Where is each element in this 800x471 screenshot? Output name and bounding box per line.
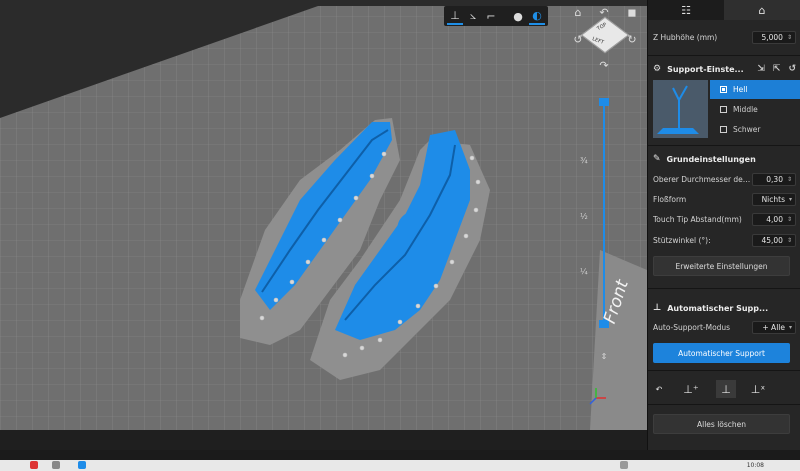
divider [648,370,800,371]
support-structure-icon[interactable]: ⌂ [724,0,800,20]
panel-tabs: ☷ ⌂ [648,0,800,20]
preset-checkbox [720,106,727,113]
basic-settings-header: ✎ Grundeinstellungen [648,151,800,167]
scene-canvas[interactable] [0,0,647,430]
support-angle-input[interactable]: 45,00 ⇕ [752,233,796,247]
magic-wand-icon: ✎ [653,154,661,164]
undo-icon[interactable]: ↶ [653,380,665,398]
edit-support-icon[interactable]: ⊥ [716,380,736,398]
bottom-bar [0,430,647,450]
import-icon[interactable]: ⇲ [757,64,765,74]
support-settings-title: Support-Einste... [667,64,744,74]
support-angle-icon[interactable]: ⦣ [465,7,481,25]
support-preview-graphic [657,85,699,134]
auto-support-mode-select[interactable]: + Alle ▾ [752,320,796,334]
rotate-down-icon[interactable]: ↷ [596,58,612,72]
cube-view-icon[interactable]: ◼ [624,5,640,19]
ruler-label-three-quarter: ¾ [580,156,588,165]
preset-label: Hell [733,85,748,94]
divider [648,404,800,405]
ruler-label-quarter: ¼ [580,267,588,276]
add-support-icon[interactable]: ⊥⁺ [681,380,701,398]
object-list-icon[interactable]: ☷ [648,0,724,20]
preset-label: Schwer [733,125,761,134]
support-angle-label: Stützwinkel (°): [653,235,711,245]
top-diameter-value: 0,30 [766,174,783,184]
support-preview-image [653,80,708,138]
height-slider-top-handle [599,98,609,106]
top-diameter-input[interactable]: 0,30 ⇕ [752,172,796,186]
auto-support-mode-value: + Alle [762,322,785,332]
preset-label: Middle [733,105,758,114]
spinner-icon[interactable]: ⇕ [787,216,792,223]
home-view-icon[interactable]: ⌂ [570,5,586,19]
preset-option-schwer[interactable]: Schwer [710,120,800,139]
preset-option-middle[interactable]: Middle [710,100,800,119]
advanced-settings-button[interactable]: Erweiterte Einstellungen [653,256,790,276]
build-plate-front-edge [590,250,647,430]
support-settings-header: ⚙ Support-Einste... ⇲ ⇱ ↺ [648,61,800,77]
auto-support-button[interactable]: Automatischer Support [653,343,790,363]
spinner-icon[interactable]: ⇕ [787,34,792,41]
touch-tip-label: Touch Tip Abstand(mm) [653,214,742,224]
chevron-down-icon: ▾ [788,323,792,331]
reset-icon[interactable]: ↺ [788,64,796,74]
auto-support-mode-row: Auto-Support-Modus + Alle ▾ [648,320,800,334]
touch-tip-input[interactable]: 4,00 ⇕ [752,212,796,226]
taskbar-clock: 10:08 [746,462,764,469]
taskbar-app-icon[interactable] [30,461,38,469]
raft-shape-label: Floßform [653,194,687,204]
divider [648,288,800,289]
top-diameter-label: Oberer Durchmesser der ... [653,174,752,184]
auto-support-header: ⊥ Automatischer Supp... [648,300,800,316]
preset-checkbox [720,126,727,133]
touch-tip-value: 4,00 [766,214,783,224]
spinner-icon[interactable]: ⇕ [787,237,792,244]
support-angle-row: Stützwinkel (°): 45,00 ⇕ [648,233,800,247]
auto-support-title: Automatischer Supp... [667,303,769,313]
delete-all-button[interactable]: Alles löschen [653,414,790,434]
touch-tip-row: Touch Tip Abstand(mm) 4,00 ⇕ [648,212,800,226]
spinner-icon[interactable]: ⇕ [787,176,792,183]
preset-checkbox [720,86,727,93]
export-icon[interactable]: ⇱ [773,64,781,74]
taskbar-tray-icon[interactable] [620,461,628,469]
divider [648,55,800,56]
side-panel: ☷ ⌂ Z Hubhöhe (mm) 5,000 ⇕ ⚙ Support-Ein… [647,0,800,450]
taskbar-app-icon[interactable] [52,461,60,469]
z-lift-label: Z Hubhöhe (mm) [653,32,718,42]
support-angle-value: 45,00 [761,235,783,245]
gear-icon: ⚙ [653,64,662,74]
support-straight-icon: ⊥ [653,303,662,313]
z-lift-row: Z Hubhöhe (mm) 5,000 ⇕ [648,30,800,44]
raft-shape-value: Nichts [761,194,785,204]
taskbar-app-icon[interactable] [78,461,86,469]
divider [648,145,800,146]
raft-shape-select[interactable]: Nichts ▾ [752,192,796,206]
auto-support-mode-label: Auto-Support-Modus [653,322,731,332]
ruler-label-half: ½ [580,212,588,221]
raft-shape-row: Floßform Nichts ▾ [648,192,800,206]
chevron-down-icon: ▾ [788,195,792,203]
sphere-wireframe-icon[interactable]: ◐ [529,7,545,25]
support-flip-icon[interactable]: ⌐ [483,7,499,25]
z-lift-input[interactable]: 5,000 ⇕ [752,30,796,44]
preset-option-hell[interactable]: Hell [710,80,800,99]
basic-settings-title: Grundeinstellungen [666,154,756,164]
top-diameter-row: Oberer Durchmesser der ... 0,30 ⇕ [648,172,800,186]
z-lift-value: 5,000 [761,32,783,42]
layer-expand-icon[interactable]: ⇕ [597,350,611,362]
remove-support-icon[interactable]: ⊥ˣ [748,380,768,398]
sphere-shaded-icon[interactable]: ● [510,7,526,25]
support-straight-icon[interactable]: ⊥ [447,7,463,25]
3d-viewport[interactable]: ⊥ ⦣ ⌐ ● ◐ ⌂ ↶ ◼ ↺ ↻ ↷ TOP LEFT ¾ ½ ¼ Fro… [0,0,647,430]
os-taskbar: 10:08 [0,460,800,471]
